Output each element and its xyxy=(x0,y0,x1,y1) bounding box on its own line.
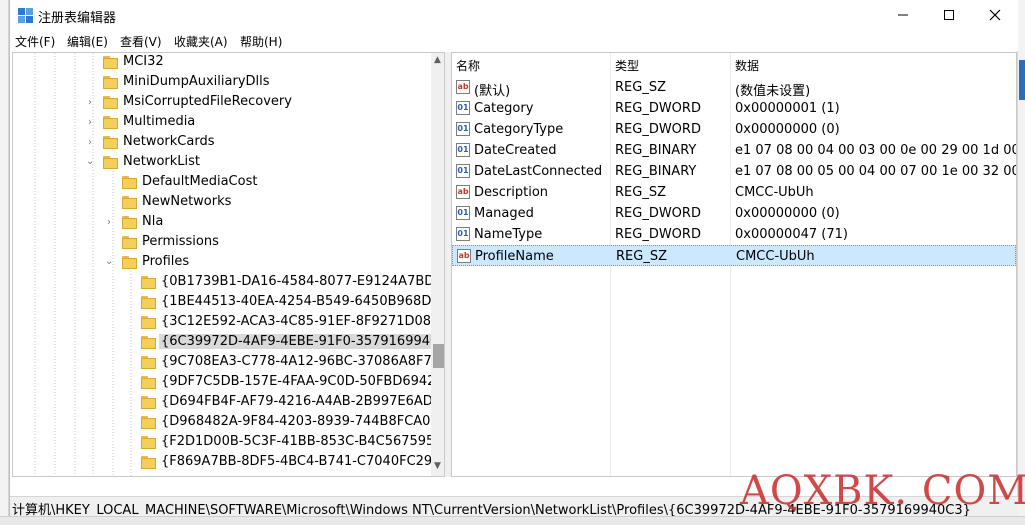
expand-chevron-icon[interactable]: › xyxy=(88,97,92,108)
registry-editor-window: 注册表编辑器 文件(F) 编辑(E) 查看(V) 收藏夹(A) 帮助(H) MC… xyxy=(9,0,1018,525)
window-title: 注册表编辑器 xyxy=(38,11,117,26)
value-row[interactable]: 01 Managed REG_DWORD 0x00000000 (0) xyxy=(452,203,1016,224)
close-icon xyxy=(989,9,1001,21)
folder-icon xyxy=(141,376,156,389)
folder-icon xyxy=(103,96,118,109)
menu-file[interactable]: 文件(F) xyxy=(15,33,55,50)
expand-chevron-icon[interactable]: › xyxy=(88,117,92,128)
binary-value-icon: 01 xyxy=(456,227,470,241)
regedit-app-icon xyxy=(18,8,34,24)
scroll-up-icon[interactable]: ▲ xyxy=(434,55,441,65)
folder-icon xyxy=(103,116,118,129)
folder-icon xyxy=(122,176,137,189)
menu-edit[interactable]: 编辑(E) xyxy=(67,33,108,50)
maximize-button[interactable] xyxy=(926,0,972,30)
minimize-button[interactable] xyxy=(880,0,926,30)
expand-chevron-icon[interactable]: › xyxy=(88,137,92,148)
close-button[interactable] xyxy=(972,0,1018,30)
binary-value-icon: 01 xyxy=(456,206,470,220)
value-row[interactable]: ab (默认) REG_SZ (数值未设置) xyxy=(452,77,1016,99)
value-row[interactable]: 01 CategoryType REG_DWORD 0x00000000 (0) xyxy=(452,119,1016,140)
menu-favorites[interactable]: 收藏夹(A) xyxy=(174,33,228,50)
column-header-type[interactable]: 类型 xyxy=(611,53,731,75)
folder-icon xyxy=(141,316,156,329)
title-bar[interactable]: 注册表编辑器 xyxy=(10,0,1018,30)
background-window-edge-right xyxy=(1017,0,1025,525)
maximize-icon xyxy=(944,10,954,20)
menu-bar: 文件(F) 编辑(E) 查看(V) 收藏夹(A) 帮助(H) xyxy=(10,30,1018,51)
collapse-chevron-icon[interactable]: ⌄ xyxy=(105,256,113,267)
taskbar-strip xyxy=(0,516,1025,525)
folder-icon xyxy=(141,296,156,309)
folder-icon xyxy=(141,456,156,469)
folder-icon xyxy=(141,356,156,369)
value-row-selected[interactable]: ab ProfileName REG_SZ CMCC-UbUh xyxy=(452,245,1016,266)
value-row[interactable]: ab Description REG_SZ CMCC-UbUh xyxy=(452,182,1016,203)
column-header-name[interactable]: 名称 xyxy=(452,53,610,75)
value-row[interactable]: 01 DateLastConnected REG_BINARY e1 07 08… xyxy=(452,161,1016,182)
registry-tree[interactable]: MCI32 MiniDumpAuxiliaryDlls › MsiCorrupt… xyxy=(12,52,445,477)
value-row[interactable]: 01 NameType REG_DWORD 0x00000047 (71) xyxy=(452,224,1016,245)
expand-chevron-icon[interactable]: › xyxy=(107,217,111,228)
column-header-data[interactable]: 数据 xyxy=(731,53,1016,75)
binary-value-icon: 01 xyxy=(456,164,470,178)
string-value-icon: ab xyxy=(456,185,470,199)
folder-icon xyxy=(103,56,118,69)
values-list[interactable]: 名称 类型 数据 ab (默认) REG_SZ (数值未设置) 01 Categ… xyxy=(451,52,1017,477)
binary-value-icon: 01 xyxy=(456,143,470,157)
binary-value-icon: 01 xyxy=(456,101,470,115)
value-row[interactable]: 01 Category REG_DWORD 0x00000001 (1) xyxy=(452,98,1016,119)
folder-icon xyxy=(103,76,118,89)
folder-icon xyxy=(141,396,156,409)
folder-icon xyxy=(122,196,137,209)
value-row[interactable]: 01 DateCreated REG_BINARY e1 07 08 00 04… xyxy=(452,140,1016,161)
collapse-chevron-icon[interactable]: ⌄ xyxy=(86,156,94,167)
background-accent xyxy=(1019,60,1025,100)
folder-icon xyxy=(141,276,156,289)
folder-icon xyxy=(141,416,156,429)
folder-icon xyxy=(103,156,118,169)
binary-value-icon: 01 xyxy=(456,122,470,136)
folder-icon xyxy=(103,136,118,149)
folder-icon xyxy=(122,216,137,229)
scrollbar-thumb[interactable] xyxy=(433,344,444,368)
tree-vertical-scrollbar[interactable]: ▲ ▼ xyxy=(431,53,444,476)
folder-icon xyxy=(141,336,156,349)
site-watermark: AQXBK. COM xyxy=(740,468,1025,514)
folder-icon xyxy=(141,436,156,449)
scroll-down-icon[interactable]: ▼ xyxy=(434,461,441,471)
folder-icon xyxy=(122,256,137,269)
menu-help[interactable]: 帮助(H) xyxy=(240,33,282,50)
menu-view[interactable]: 查看(V) xyxy=(120,33,162,50)
string-value-icon: ab xyxy=(457,249,471,263)
string-value-icon: ab xyxy=(456,80,470,94)
minimize-icon xyxy=(898,14,908,16)
background-window-edge xyxy=(0,0,9,525)
folder-icon xyxy=(122,236,137,249)
